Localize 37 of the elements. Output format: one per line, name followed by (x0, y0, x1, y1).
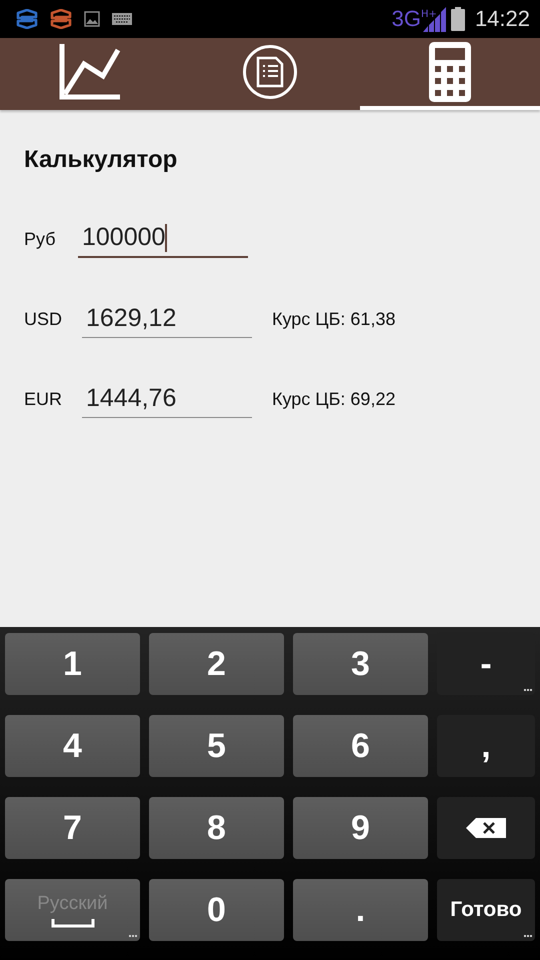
keyboard-key[interactable]: 2 (149, 633, 284, 695)
keyboard-key[interactable]: 8 (149, 797, 284, 859)
battery-icon (450, 7, 465, 31)
amount-field[interactable]: 1444,76 (82, 384, 252, 418)
keyboard-key[interactable]: 0 (149, 879, 284, 941)
image-icon (84, 11, 100, 27)
signal-icon (422, 6, 447, 32)
keyboard-key[interactable]: . (293, 879, 428, 941)
keyboard-key[interactable]: 9 (293, 797, 428, 859)
app-notification-icon (16, 9, 38, 29)
currency-label: EUR (24, 389, 64, 411)
currency-label: Руб (24, 229, 57, 251)
network-type: 3G (392, 6, 422, 32)
keyboard-key[interactable]: 6 (293, 715, 428, 777)
keyboard-key[interactable] (437, 797, 535, 859)
app-notification-icon (50, 9, 72, 29)
keyboard-key[interactable]: , (437, 715, 535, 777)
backspace-icon (466, 818, 506, 838)
clock: 14:22 (474, 6, 530, 32)
network-subtype: H+ (421, 9, 437, 20)
currency-label: USD (24, 309, 64, 331)
keyboard-key[interactable]: Готово (437, 879, 535, 941)
document-list-icon (242, 44, 298, 100)
keyboard-key[interactable]: 5 (149, 715, 284, 777)
amount-field[interactable]: 100000 (78, 223, 248, 258)
space-bar-icon (50, 918, 94, 928)
keyboard-icon (112, 13, 132, 25)
page-title: Калькулятор (24, 146, 178, 174)
keyboard-key[interactable]: 7 (5, 797, 140, 859)
exchange-rate: Курс ЦБ: 61,38 (272, 309, 396, 331)
amount-field[interactable]: 1629,12 (82, 304, 252, 338)
keyboard-key[interactable]: 1 (5, 633, 140, 695)
keyboard-key[interactable]: 4 (5, 715, 140, 777)
keyboard-key[interactable]: 3 (293, 633, 428, 695)
exchange-rate: Курс ЦБ: 69,22 (272, 389, 396, 411)
line-chart-icon (59, 44, 121, 100)
calculator-icon (429, 42, 471, 102)
